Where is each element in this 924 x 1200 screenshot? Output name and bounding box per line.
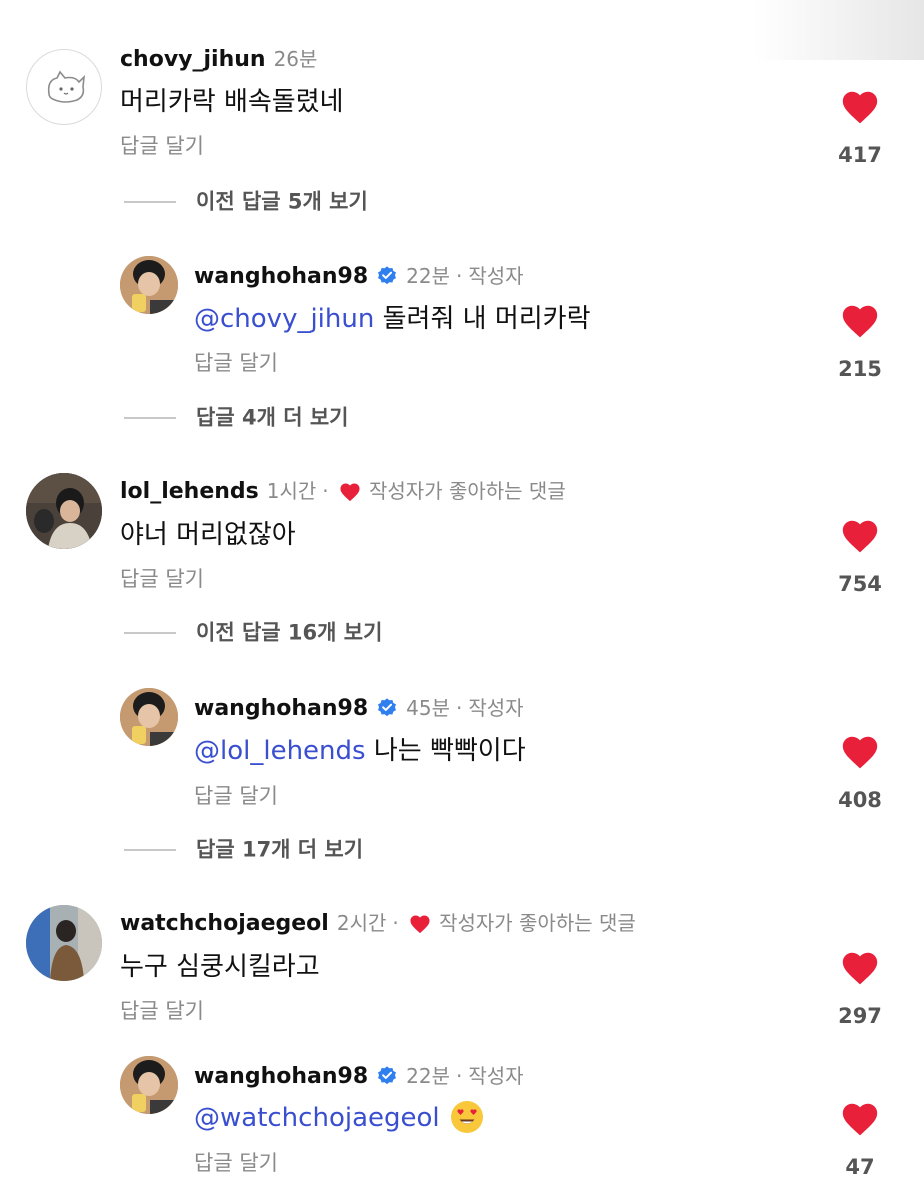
timestamp: 22분 [406,264,451,288]
heart-icon [410,915,430,934]
reply-body: 돌려줘 내 머리카락 [374,304,591,334]
reply-button[interactable]: 답글 달기 [120,131,204,161]
creator-badge: 작성자 [468,1064,524,1088]
avatar[interactable] [120,1056,178,1114]
view-previous-replies[interactable]: 이전 답글 16개 보기 [124,617,382,648]
comment-header: chovy_jihun 26분 [120,42,317,78]
liked-by-creator-label: 작성자가 좋아하는 댓글 [369,479,566,503]
heart-eyes-emoji [450,1101,483,1133]
comment-text: 머리카락 배속돌렸네 [120,87,344,117]
reply-button[interactable]: 답글 달기 [194,1148,278,1178]
heart-icon[interactable] [840,89,880,125]
like-count: 754 [838,572,882,596]
divider-line [124,416,176,419]
like-count: 297 [838,1004,882,1028]
verified-badge-icon [378,698,397,717]
reply-text: @chovy_jihun 돌려줘 내 머리카락 [194,301,591,337]
timestamp: 26분 [273,47,318,71]
person-photo-icon [120,1056,178,1114]
heart-icon[interactable] [840,518,880,554]
reply-header: wanghohan98 22분 · 작성자 [194,264,524,289]
background-shade [754,0,924,60]
username[interactable]: wanghohan98 [194,696,368,721]
view-more-replies[interactable]: 답글 4개 더 보기 [124,402,348,433]
reply-text: @watchchojaegeol [194,1100,484,1136]
reply-button[interactable]: 답글 달기 [120,996,204,1026]
mention-link[interactable]: @lol_lehends [194,736,366,766]
mention-link[interactable]: @chovy_jihun [194,304,374,334]
timestamp: 45분 [406,696,451,720]
heart-icon [340,483,360,502]
reply-text: @lol_lehends 나는 빡빡이다 [194,733,526,769]
avatar[interactable] [26,905,102,981]
view-more-replies[interactable]: 답글 17개 더 보기 [124,834,363,865]
like-count: 47 [845,1155,875,1179]
cat-doodle-icon [47,70,86,103]
username[interactable]: watchchojaegeol [120,911,329,936]
reply-button[interactable]: 답글 달기 [194,348,278,378]
heart-icon[interactable] [840,303,880,339]
comment-header: watchchojaegeol 2시간 · 작성자가 좋아하는 댓글 [120,911,636,936]
view-replies-label: 이전 답글 5개 보기 [196,189,368,214]
person-photo-icon [120,256,178,314]
like-count: 408 [838,788,882,812]
person-photo-icon [120,688,178,746]
like-count: 215 [838,357,882,381]
heart-icon[interactable] [840,1101,880,1137]
divider-line [124,200,176,203]
username[interactable]: wanghohan98 [194,1064,368,1089]
avatar[interactable] [120,688,178,746]
username[interactable]: chovy_jihun [120,47,266,72]
reply-header: wanghohan98 45분 · 작성자 [194,696,524,721]
reply-button[interactable]: 답글 달기 [120,564,204,594]
heart-icon[interactable] [840,950,880,986]
timestamp: 22분 [406,1064,451,1088]
heart-icon[interactable] [840,734,880,770]
view-previous-replies[interactable]: 이전 답글 5개 보기 [124,186,368,217]
timestamp: 1시간 [266,479,317,503]
mention-link[interactable]: @watchchojaegeol [194,1103,440,1133]
avatar[interactable] [26,473,102,549]
reply-button[interactable]: 답글 달기 [194,781,278,811]
creator-badge: 작성자 [468,264,524,288]
creator-badge: 작성자 [468,696,524,720]
comment-text: 야너 머리없잖아 [120,520,296,550]
timestamp: 2시간 [336,911,387,935]
view-replies-label: 이전 답글 16개 보기 [196,620,383,645]
avatar[interactable] [120,256,178,314]
comment-text: 누구 심쿵시킬라고 [120,952,320,982]
person-photo-icon [26,905,102,981]
person-photo-icon [26,473,102,549]
view-replies-label: 답글 17개 더 보기 [196,837,364,862]
reply-header: wanghohan98 22분 · 작성자 [194,1064,524,1089]
divider-line [124,848,176,851]
username[interactable]: lol_lehends [120,479,259,504]
like-count: 417 [838,143,882,167]
liked-by-creator-label: 작성자가 좋아하는 댓글 [439,911,636,935]
divider-line [124,631,176,634]
comment-header: lol_lehends 1시간 · 작성자가 좋아하는 댓글 [120,479,566,504]
verified-badge-icon [378,1066,397,1085]
view-replies-label: 답글 4개 더 보기 [196,405,349,430]
avatar[interactable] [26,49,102,125]
username[interactable]: wanghohan98 [194,264,368,289]
verified-badge-icon [378,266,397,285]
reply-body: 나는 빡빡이다 [365,736,526,766]
